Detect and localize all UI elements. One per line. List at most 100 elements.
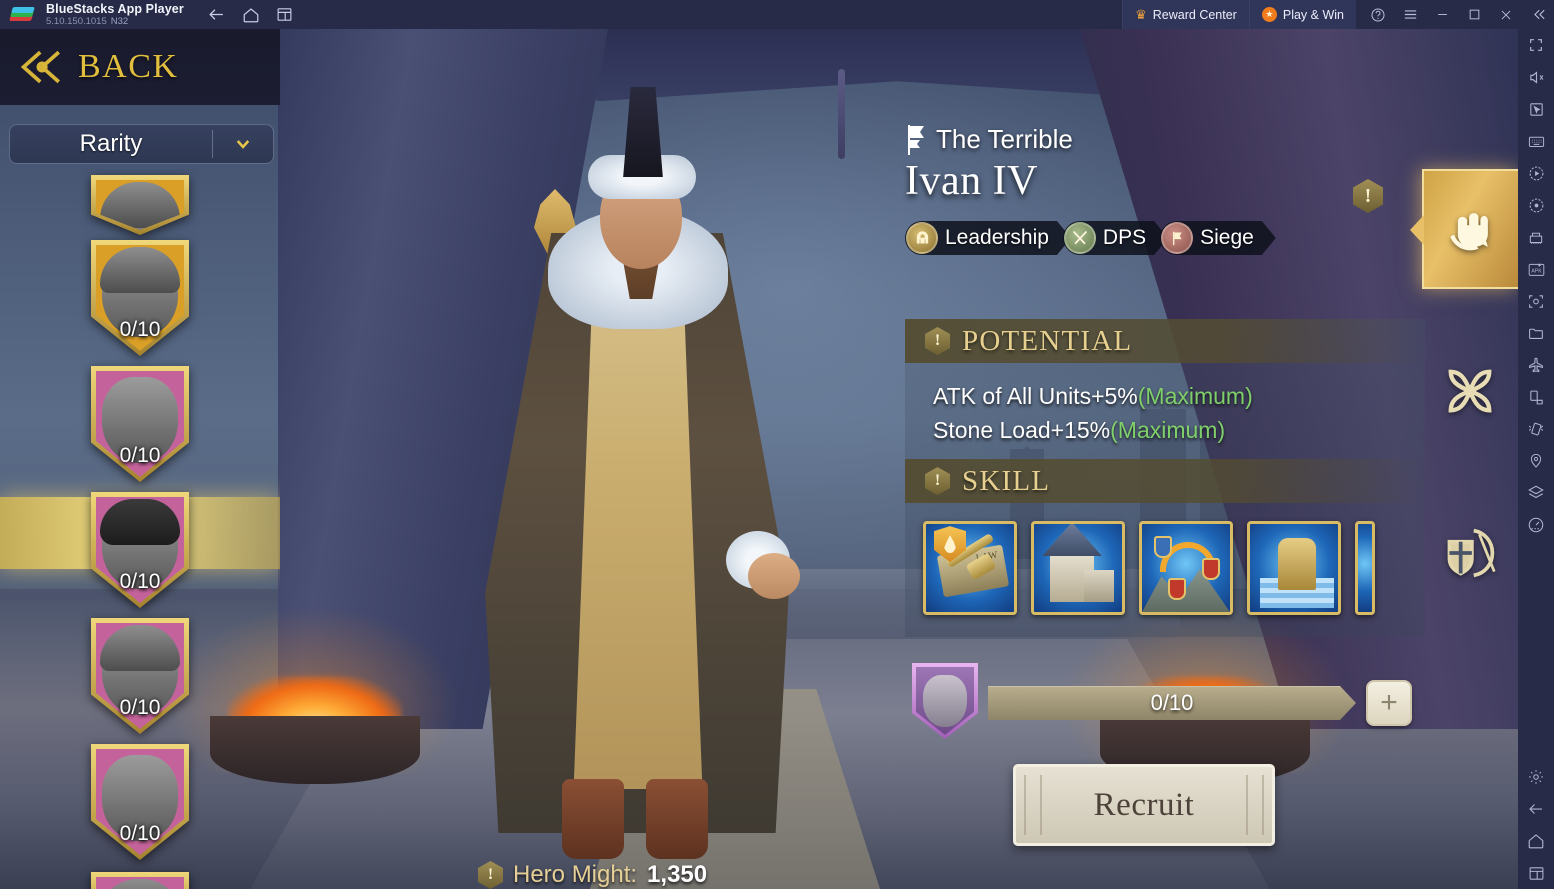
macro-play-icon[interactable] xyxy=(1518,189,1554,221)
rarity-filter-label: Rarity xyxy=(79,130,143,157)
multi-instance-icon[interactable] xyxy=(270,2,300,28)
back-icon[interactable] xyxy=(1518,793,1554,825)
ornament-tab-icon[interactable] xyxy=(1422,331,1518,451)
hero-info-header: The Terrible Ivan IV Leadership DPS Sieg… xyxy=(905,124,1425,255)
location-icon[interactable] xyxy=(1518,445,1554,477)
hero-artwork xyxy=(430,59,850,889)
potential-max: (Maximum) xyxy=(1137,383,1253,409)
hero-tag-label: Siege xyxy=(1200,226,1254,249)
hero-portrait[interactable] xyxy=(91,175,189,235)
shard-progress-count: 0/10 xyxy=(1150,690,1194,715)
help-icon[interactable] xyxy=(1362,0,1394,29)
list-item[interactable]: 0/10 xyxy=(0,235,280,361)
hero-portrait[interactable]: 0/10 xyxy=(91,366,189,482)
skill-title: SKILL xyxy=(962,464,1051,497)
skill-list xyxy=(905,503,1425,637)
hero-epithet-row: The Terrible xyxy=(905,124,1425,155)
hero-portrait[interactable]: 0/10 xyxy=(91,240,189,356)
game-viewport[interactable]: BACK Rarity 0/10 0/10 0/10 0/10 0/10 The… xyxy=(0,29,1518,889)
shake-icon[interactable] xyxy=(1518,413,1554,445)
reward-center-button[interactable]: ♛ Reward Center xyxy=(1122,0,1249,29)
recruit-progress-row: 0/10 + xyxy=(912,663,1412,739)
pointer-icon[interactable] xyxy=(1518,93,1554,125)
settings-icon[interactable] xyxy=(1518,761,1554,793)
fist-tab-icon[interactable] xyxy=(1410,169,1518,289)
recruit-button[interactable]: Recruit xyxy=(1013,764,1275,846)
fullscreen-icon[interactable] xyxy=(1518,29,1554,61)
march-map-skill-icon[interactable] xyxy=(1139,521,1233,616)
back-chevron-icon xyxy=(18,48,68,86)
add-shards-button[interactable]: + xyxy=(1366,680,1412,726)
list-item[interactable]: 0/10 xyxy=(0,739,280,865)
chevron-down-icon[interactable] xyxy=(213,135,273,153)
hero-portrait[interactable]: 0/10 xyxy=(91,744,189,860)
helmet-icon xyxy=(906,222,938,254)
screenshot-icon[interactable] xyxy=(1518,285,1554,317)
hero-portrait[interactable] xyxy=(91,872,189,889)
potential-text: ATK of All Units+5% xyxy=(933,383,1138,409)
mute-icon[interactable] xyxy=(1518,61,1554,93)
exclamation-icon: ! xyxy=(1353,179,1383,213)
collapse-icon[interactable] xyxy=(1522,0,1554,29)
game-side-tabs xyxy=(1410,169,1518,655)
throne-skill-icon[interactable] xyxy=(1247,521,1341,616)
keyboard-controls-icon[interactable] xyxy=(1518,125,1554,157)
flag-icon xyxy=(1161,222,1193,254)
exclamation-icon: ! xyxy=(478,861,503,889)
exclamation-icon: ! xyxy=(925,327,950,355)
rotate-icon[interactable] xyxy=(1518,381,1554,413)
shield-bow-tab-icon[interactable] xyxy=(1422,493,1518,613)
law-book-skill-icon[interactable] xyxy=(923,521,1017,616)
back-button[interactable]: BACK xyxy=(0,29,280,105)
maximize-icon[interactable] xyxy=(1458,0,1490,29)
hero-shard-count: 0/10 xyxy=(119,822,161,845)
hero-shard-avatar xyxy=(912,663,978,739)
building-skill-icon[interactable] xyxy=(1031,521,1125,616)
potential-title: POTENTIAL xyxy=(962,324,1133,357)
hero-portrait[interactable]: 0/10 xyxy=(91,618,189,734)
reward-center-label: Reward Center xyxy=(1152,7,1237,22)
potential-list: ATK of All Units+5%(Maximum) Stone Load+… xyxy=(905,363,1425,459)
hero-shard-count: 0/10 xyxy=(119,444,161,467)
menu-icon[interactable] xyxy=(1394,0,1426,29)
exclamation-icon: ! xyxy=(925,467,950,496)
hero-portrait[interactable]: 0/10 xyxy=(91,492,189,608)
hero-info-badge[interactable]: ! xyxy=(1353,179,1383,213)
media-folder-icon[interactable] xyxy=(1518,317,1554,349)
hero-tag-dps[interactable]: DPS xyxy=(1063,221,1168,255)
layers-icon[interactable] xyxy=(1518,477,1554,509)
back-arrow-icon[interactable] xyxy=(202,2,232,28)
list-item-selected[interactable]: 0/10 xyxy=(0,487,280,613)
hero-tag-leadership[interactable]: Leadership xyxy=(905,221,1071,255)
potential-line: Stone Load+15%(Maximum) xyxy=(933,413,1425,447)
potential-section-header: ! POTENTIAL xyxy=(905,319,1425,363)
close-icon[interactable] xyxy=(1490,0,1522,29)
list-item[interactable]: 0/10 xyxy=(0,361,280,487)
hero-might: ! Hero Might: 1,350 xyxy=(478,855,707,889)
hero-list[interactable]: 0/10 0/10 0/10 0/10 0/10 xyxy=(0,169,280,889)
play-and-win-button[interactable]: ★ Play & Win xyxy=(1248,0,1356,29)
hero-shard-count: 0/10 xyxy=(119,696,161,719)
home-icon[interactable] xyxy=(236,2,266,28)
minimize-icon[interactable] xyxy=(1426,0,1458,29)
airplane-mode-icon[interactable] xyxy=(1518,349,1554,381)
macro-record-icon[interactable] xyxy=(1518,157,1554,189)
play-and-win-label: Play & Win xyxy=(1282,7,1344,22)
rarity-filter-dropdown[interactable]: Rarity xyxy=(9,124,274,164)
list-item[interactable] xyxy=(0,865,280,889)
recents-icon[interactable] xyxy=(1518,857,1554,889)
list-item[interactable]: 0/10 xyxy=(0,613,280,739)
hero-tag-siege[interactable]: Siege xyxy=(1160,221,1276,255)
banner-icon xyxy=(905,124,927,155)
performance-icon[interactable] xyxy=(1518,509,1554,541)
hero-shard-count: 0/10 xyxy=(119,570,161,593)
back-label: BACK xyxy=(78,48,179,85)
bluestacks-sidebar: APK xyxy=(1518,29,1554,889)
next-skill-icon-partial[interactable] xyxy=(1355,521,1375,616)
list-item[interactable] xyxy=(0,169,280,235)
crossed-swords-icon xyxy=(1064,222,1096,254)
home-icon[interactable] xyxy=(1518,825,1554,857)
multi-instance-sync-icon[interactable] xyxy=(1518,221,1554,253)
titlebar-nav-group xyxy=(202,2,300,28)
install-apk-icon[interactable]: APK xyxy=(1518,253,1554,285)
